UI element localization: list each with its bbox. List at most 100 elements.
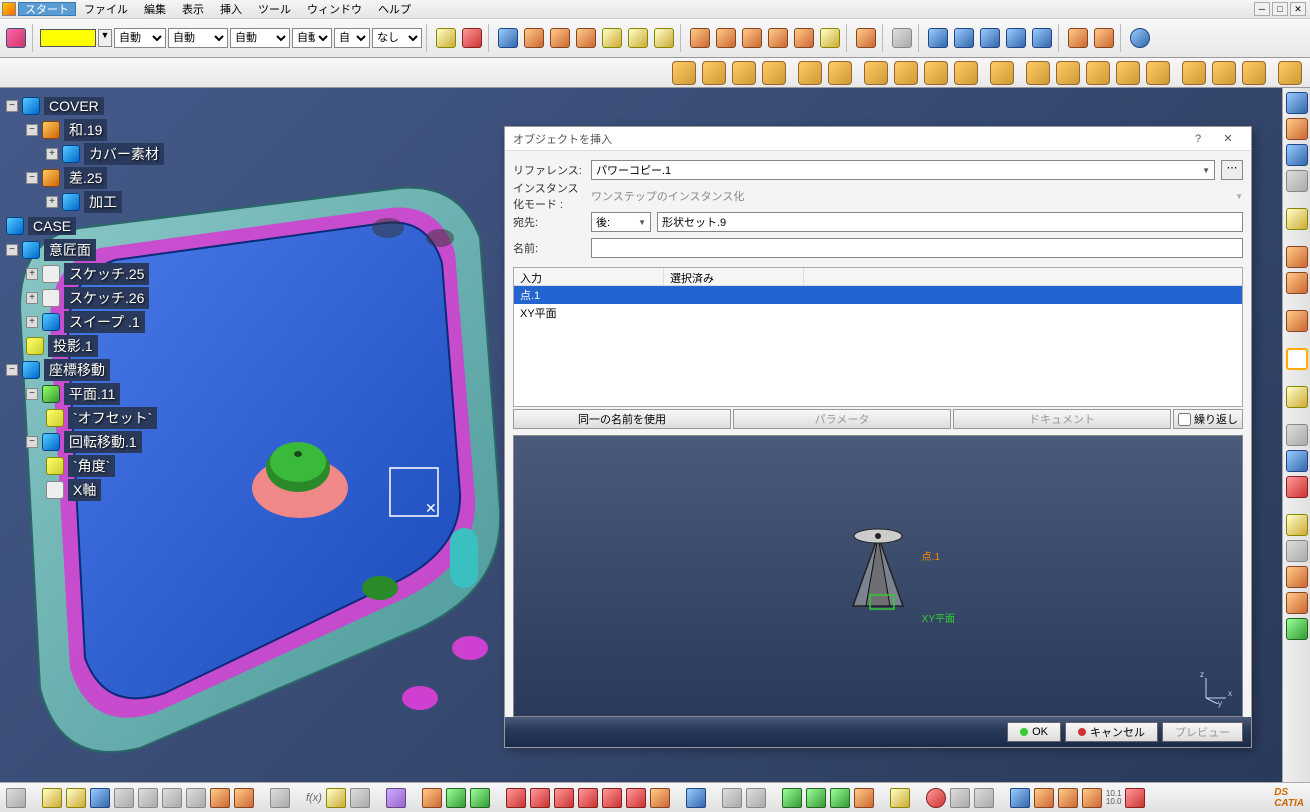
new-icon[interactable] (42, 788, 62, 808)
tree-node-case[interactable]: CASE (28, 217, 76, 235)
rtb-update-icon[interactable] (1286, 92, 1308, 114)
rtb-offset-icon[interactable] (1286, 566, 1308, 588)
select-auto-4[interactable]: 自動 (292, 28, 332, 48)
rtb-cursor-icon[interactable] (1286, 348, 1308, 370)
zoom-in-icon[interactable] (578, 788, 598, 808)
name-input[interactable] (591, 238, 1243, 258)
parameter-button[interactable]: パラメータ (733, 409, 951, 429)
script-4-icon[interactable] (990, 61, 1014, 85)
cube-3-icon[interactable] (1086, 61, 1110, 85)
hide-show-icon[interactable] (722, 788, 742, 808)
catalog-browse-icon[interactable] (1125, 788, 1145, 808)
close-window-button[interactable]: ✕ (1290, 2, 1306, 16)
dim-diag-icon[interactable] (952, 26, 976, 50)
maximize-button[interactable]: □ (1272, 2, 1288, 16)
tree-node-cover-material[interactable]: カバー素材 (84, 143, 164, 165)
rtb-axis-icon[interactable] (1286, 118, 1308, 140)
rtb-offset2-icon[interactable] (1286, 592, 1308, 614)
dim-line-icon[interactable] (926, 26, 950, 50)
tree-node-offset[interactable]: `オフセット` (68, 407, 157, 429)
menu-file[interactable]: ファイル (76, 1, 136, 17)
script-1-icon[interactable] (894, 61, 918, 85)
shell-icon[interactable] (818, 26, 842, 50)
tree-node-project1[interactable]: 投影.1 (48, 335, 98, 357)
menu-window[interactable]: ウィンドウ (299, 1, 370, 17)
tree-node-machining[interactable]: 加工 (84, 191, 122, 213)
exit-workbench-icon[interactable] (890, 788, 910, 808)
tree-node-coord-move[interactable]: 座標移動 (44, 359, 110, 381)
body-3-icon[interactable] (732, 61, 756, 85)
print-icon[interactable] (114, 788, 134, 808)
surface-1-icon[interactable] (600, 26, 624, 50)
cube-1-icon[interactable] (1026, 61, 1050, 85)
swap-visible-icon[interactable] (746, 788, 766, 808)
box-icon[interactable] (792, 26, 816, 50)
menu-view[interactable]: 表示 (174, 1, 212, 17)
surface-2-icon[interactable] (626, 26, 650, 50)
curve-1-icon[interactable] (548, 26, 572, 50)
minimize-button[interactable]: ─ (1254, 2, 1270, 16)
rtb-extract-icon[interactable] (1286, 514, 1308, 536)
circle-icon[interactable] (1128, 26, 1152, 50)
sparkle-icon[interactable] (890, 26, 914, 50)
fitall-icon[interactable] (506, 788, 526, 808)
tree-node-rotate1[interactable]: 回転移動.1 (64, 431, 142, 453)
window-grid-icon[interactable] (496, 26, 520, 50)
tree-node-angle[interactable]: `角度` (68, 455, 115, 477)
menu-insert[interactable]: 挿入 (212, 1, 250, 17)
list-row-point1[interactable]: 点.1 (514, 286, 1242, 304)
analyze-icon[interactable] (422, 788, 442, 808)
swatch-dropdown-icon[interactable]: ▼ (98, 29, 112, 47)
cancel-button[interactable]: キャンセル (1065, 722, 1158, 742)
camera-icon[interactable] (6, 788, 26, 808)
color-swatch[interactable] (40, 29, 96, 47)
user-4-icon[interactable] (1082, 788, 1102, 808)
select-auto-5[interactable]: 自 (334, 28, 370, 48)
arc-2-icon[interactable] (1092, 26, 1116, 50)
plane-2-icon[interactable] (1004, 26, 1028, 50)
tree-node-plane11[interactable]: 平面.11 (64, 383, 120, 405)
script-2-icon[interactable] (924, 61, 948, 85)
tree-node-design-surf[interactable]: 意匠面 (44, 239, 96, 261)
measure-item-icon[interactable] (470, 788, 490, 808)
document-button[interactable]: ドキュメント (953, 409, 1171, 429)
tree-node-sa25[interactable]: 差.25 (64, 167, 107, 189)
brush-icon[interactable] (434, 26, 458, 50)
select-none[interactable]: なし (372, 28, 422, 48)
expander-icon[interactable]: − (26, 388, 38, 400)
table-icon[interactable] (326, 788, 346, 808)
menu-help[interactable]: ヘルプ (370, 1, 419, 17)
preview-button[interactable]: プレビュー (1162, 722, 1243, 742)
copy-icon[interactable] (162, 788, 182, 808)
expander-icon[interactable]: − (26, 172, 38, 184)
arc-1-icon[interactable] (1066, 26, 1090, 50)
spec-tree[interactable]: −COVER −和.19 +カバー素材 −差.25 +加工 CASE −意匠面 … (0, 88, 240, 502)
rtb-abc-icon[interactable] (1286, 386, 1308, 408)
select-auto-3[interactable]: 自動 (230, 28, 290, 48)
fit-view-icon[interactable] (522, 26, 546, 50)
rtb-fillet-icon[interactable] (1286, 310, 1308, 332)
rtb-draft-icon[interactable] (1286, 208, 1308, 230)
measure-2-icon[interactable] (1212, 61, 1236, 85)
rtb-sketch-icon[interactable] (1286, 144, 1308, 166)
expander-icon[interactable]: − (26, 436, 38, 448)
curve-2-icon[interactable] (574, 26, 598, 50)
dest-position-combo[interactable]: 後:▼ (591, 212, 651, 232)
help-button[interactable]: ? (1183, 133, 1213, 145)
expander-icon[interactable]: + (26, 316, 38, 328)
start-menu[interactable]: スタート (18, 2, 76, 16)
cube-2-icon[interactable] (1056, 61, 1080, 85)
palette-icon[interactable] (4, 26, 28, 50)
viewport-3d[interactable]: ✕ −COVER −和.19 +カバー素材 −差.25 +加工 CASE −意匠… (0, 88, 1282, 782)
rtb-gear-icon[interactable] (1286, 170, 1308, 192)
surface-3-icon[interactable] (652, 26, 676, 50)
spline-2-icon[interactable] (714, 26, 738, 50)
tree-node-wa19[interactable]: 和.19 (64, 119, 107, 141)
zoom-out-icon[interactable] (602, 788, 622, 808)
select-auto-1[interactable]: 自動 (114, 28, 166, 48)
measure-1-icon[interactable] (1182, 61, 1206, 85)
script-3-icon[interactable] (954, 61, 978, 85)
cube-5-icon[interactable] (1146, 61, 1170, 85)
tree-node-cover[interactable]: COVER (44, 97, 104, 115)
normal-view-icon[interactable] (626, 788, 646, 808)
